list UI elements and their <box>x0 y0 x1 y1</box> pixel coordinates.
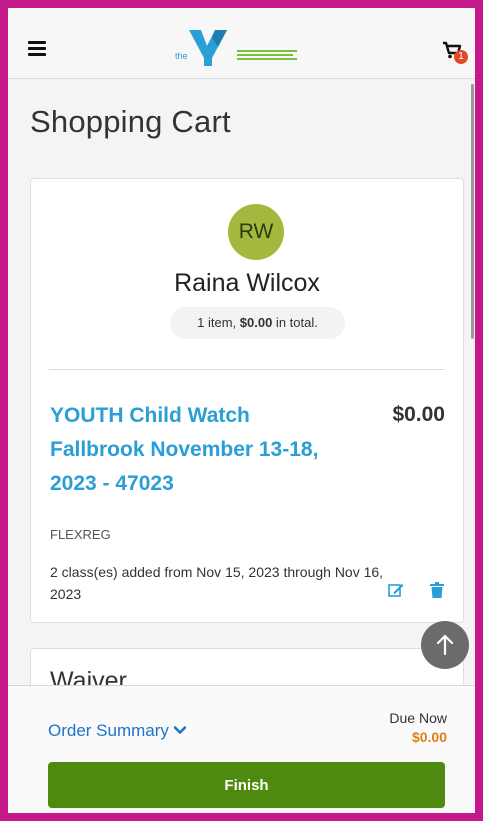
summary-suffix: in total. <box>272 315 318 330</box>
cart-count-badge: 1 <box>454 50 468 64</box>
order-summary-toggle[interactable]: Order Summary <box>48 721 186 741</box>
shopping-cart-icon[interactable]: 1 <box>442 41 468 67</box>
arrow-up-icon <box>436 634 454 656</box>
trash-icon[interactable] <box>430 582 444 598</box>
edit-icon[interactable] <box>388 582 404 598</box>
avatar: RW <box>228 204 284 260</box>
cart-item-description: 2 class(es) added from Nov 15, 2023 thro… <box>50 564 384 602</box>
page-title: Shopping Cart <box>30 104 231 139</box>
hamburger-menu-icon[interactable] <box>28 41 46 56</box>
top-bar: the 1 <box>8 8 475 79</box>
finish-button[interactable]: Finish <box>48 762 445 808</box>
divider <box>49 369 445 370</box>
due-now-amount: $0.00 <box>411 729 447 745</box>
cart-item-code: FLEXREG <box>50 527 111 542</box>
cart-item-price: $0.00 <box>392 403 445 426</box>
cart-item-title-link[interactable]: YOUTH Child Watch Fallbrook November 13-… <box>50 399 330 501</box>
cart-customer-card: RW Raina Wilcox 1 item, $0.00 in total. … <box>30 178 464 623</box>
chevron-down-icon <box>173 726 186 734</box>
summary-total: $0.00 <box>239 315 273 330</box>
mobile-screen: the 1 Shopping Cart RW Raina Wilcox 1 it… <box>8 8 475 813</box>
cart-summary: 1 item, $0.00 in total. <box>170 307 345 339</box>
ymca-logo[interactable]: the <box>171 26 301 68</box>
customer-name: Raina Wilcox <box>174 269 320 297</box>
checkout-bar: Order Summary Due Now $0.00 Finish <box>8 685 475 813</box>
back-to-top-button[interactable] <box>421 621 469 669</box>
page-scrollbar[interactable] <box>471 84 475 344</box>
scrollbar-thumb[interactable] <box>471 84 474 339</box>
order-summary-label: Order Summary <box>48 721 169 740</box>
due-now-label: Due Now <box>389 710 447 726</box>
svg-text:the: the <box>175 51 188 61</box>
summary-count: 1 item, <box>197 315 240 330</box>
